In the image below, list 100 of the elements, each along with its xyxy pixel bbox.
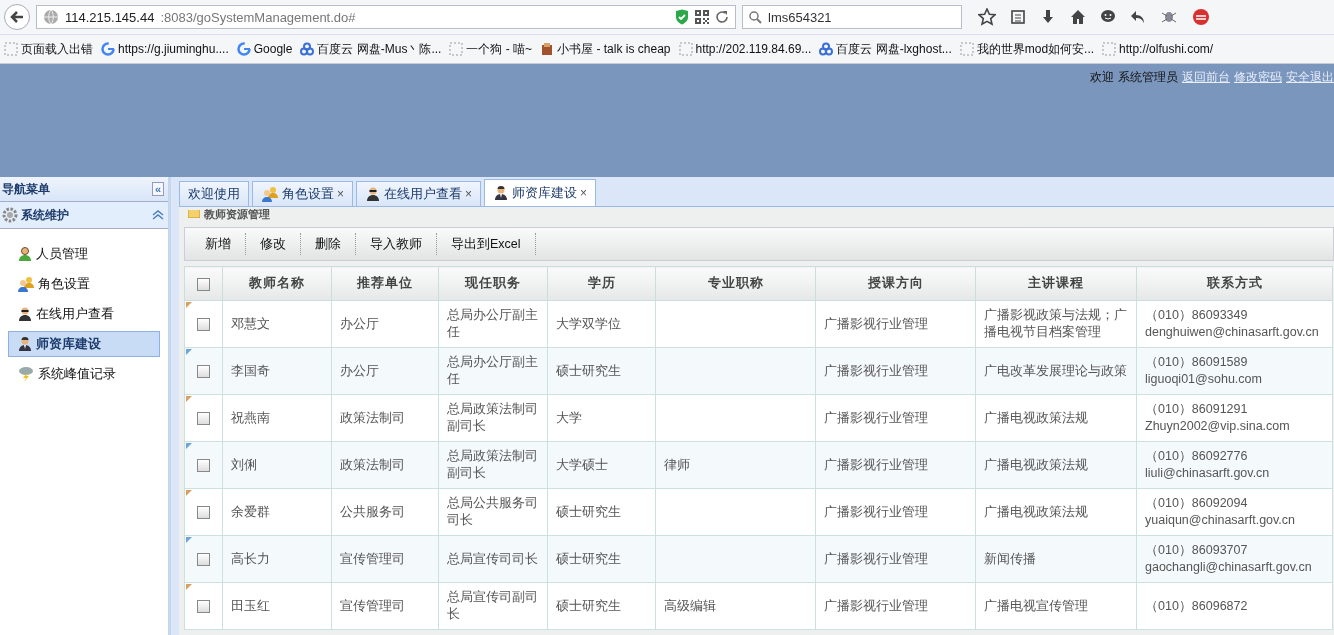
url-path: :8083/goSystemManagement.do# <box>160 9 356 25</box>
column-header[interactable]: 教师名称 <box>222 266 332 301</box>
column-header[interactable]: 专业职称 <box>655 266 816 301</box>
toolbar-button[interactable]: 删除 <box>301 233 356 255</box>
bookmark-link[interactable]: http://202.119.84.69... <box>695 42 812 56</box>
table-cell-text: 广播影视行业管理 <box>824 456 929 474</box>
column-header[interactable]: 主讲课程 <box>975 266 1137 301</box>
sidebar-title: 导航菜单 <box>2 180 50 198</box>
table-cell-text: 宣传管理司 <box>340 597 406 615</box>
tab[interactable]: 在线用户查看 × <box>356 181 482 206</box>
row-checkbox[interactable] <box>197 599 210 613</box>
email-address: denghuiwen@chinasarft.gov.cn <box>1145 324 1320 341</box>
column-header[interactable]: 联系方式 <box>1136 266 1333 301</box>
shield-icon[interactable] <box>675 9 689 25</box>
table-cell: 总局办公厅副主任 <box>447 354 539 388</box>
table-cell-text: 大学硕士 <box>556 456 609 474</box>
home-icon[interactable] <box>1070 9 1086 25</box>
download-icon[interactable] <box>1040 9 1056 25</box>
search-icon <box>749 10 762 24</box>
tab[interactable]: 角色设置 × <box>252 181 353 206</box>
star-icon[interactable] <box>978 8 996 26</box>
close-icon[interactable]: × <box>337 187 344 201</box>
table-cell-text: 李国奇 <box>231 362 271 380</box>
phone-number: （010）86091291 <box>1145 401 1249 418</box>
teacher-icon <box>17 336 33 352</box>
user-name: 系统管理员 <box>1118 69 1178 86</box>
toolbar-button[interactable]: 导出到Excel <box>437 233 536 255</box>
qr-code-icon[interactable] <box>695 10 709 24</box>
toolbar-button[interactable]: 导入教师 <box>356 233 437 255</box>
bookmark-link[interactable]: 百度云 网盘-lxghost... <box>836 40 952 58</box>
bookmark-link[interactable]: http://olfushi.com/ <box>1119 42 1214 56</box>
column-header[interactable]: 现任职务 <box>438 266 548 301</box>
table-cell-text: 政策法制司 <box>340 456 406 474</box>
menu-item[interactable]: 角色设置 <box>8 271 160 297</box>
tab[interactable]: 欢迎使用 <box>179 181 249 206</box>
row-checkbox[interactable] <box>197 505 210 519</box>
phone-number: （010）86092776 <box>1145 448 1249 465</box>
table-cell: 总局公共服务司司长 <box>447 495 539 529</box>
table-cell-text: 办公厅 <box>340 315 380 333</box>
column-header[interactable]: 学历 <box>547 266 656 301</box>
table-cell-text: 广播电视宣传管理 <box>984 597 1089 615</box>
email-address: Zhuyn2002@vip.sina.com <box>1145 418 1291 435</box>
addon-icon[interactable] <box>1192 8 1210 26</box>
bookmark-link[interactable]: 一个狗 - 喵~ <box>466 40 533 58</box>
table-cell-text: 广播电视政策法规 <box>984 456 1089 474</box>
menu-item[interactable]: 人员管理 <box>8 241 160 267</box>
back-button[interactable] <box>4 4 30 30</box>
bookmark-link[interactable]: 页面载入出错 <box>21 40 93 58</box>
toolbar-button[interactable]: 新增 <box>191 233 246 255</box>
close-icon[interactable]: × <box>580 186 588 200</box>
reload-icon[interactable] <box>715 10 729 24</box>
menu-item[interactable]: 系统峰值记录 <box>8 361 160 387</box>
toolbar-button[interactable]: 修改 <box>246 233 301 255</box>
search-field[interactable]: lms654321 <box>742 5 962 29</box>
menu-item[interactable]: 在线用户查看 <box>8 301 160 327</box>
bookmark-link[interactable]: 小书屋 - talk is cheap <box>557 40 671 58</box>
table-cell-text: 刘俐 <box>231 456 258 474</box>
chat-icon[interactable] <box>1100 9 1116 25</box>
table-cell-text: 硕士研究生 <box>556 550 622 568</box>
email-address: liguoqi01@sohu.com <box>1145 371 1263 388</box>
table-cell-text: 广播影视行业管理 <box>824 409 929 427</box>
table-cell-text: 广播电视政策法规 <box>984 409 1089 427</box>
table-cell-text: 广播电视政策法规 <box>984 503 1089 521</box>
column-header[interactable]: 推荐单位 <box>331 266 439 301</box>
section-header[interactable]: 系统维护 <box>0 202 168 229</box>
table-cell-text: 广播影视行业管理 <box>824 503 929 521</box>
row-checkbox[interactable] <box>197 411 210 425</box>
reading-list-icon[interactable] <box>1010 9 1026 25</box>
table-cell-text: 高长力 <box>231 550 271 568</box>
table-cell-text: 硕士研究生 <box>556 362 622 380</box>
phone-number: （010）86091589 <box>1145 354 1249 371</box>
column-header[interactable]: 授课方向 <box>815 266 976 301</box>
undo-icon[interactable] <box>1130 9 1146 25</box>
table-cell-text: 硕士研究生 <box>556 597 622 615</box>
row-checkbox[interactable] <box>197 364 210 378</box>
bookmark-link[interactable]: https://g.jiuminghu.... <box>118 42 229 56</box>
table-cell-text: 广播影视行业管理 <box>824 550 929 568</box>
collapse-button[interactable]: « <box>151 182 164 196</box>
row-checkbox[interactable] <box>197 317 210 331</box>
address-bar[interactable]: 114.215.145.44 :8083/goSystemManagement.do# <box>36 5 736 29</box>
select-all-checkbox[interactable] <box>197 277 210 291</box>
bug-icon[interactable] <box>1160 9 1178 25</box>
row-checkbox[interactable] <box>197 458 210 472</box>
bookmark-link[interactable]: 百度云 网盘-Mus丶陈... <box>317 40 442 58</box>
table-cell-text: 邓慧文 <box>231 315 271 333</box>
phone-number: （010）86092094 <box>1145 495 1249 512</box>
bookmark-link[interactable]: 我的世界mod如何安... <box>976 40 1095 58</box>
users-icon <box>17 276 35 292</box>
table-cell-text: 大学 <box>556 409 583 427</box>
tab[interactable]: 师资库建设 × <box>484 179 597 206</box>
menu-item[interactable]: 师资库建设 <box>8 331 160 357</box>
chevron-up-icon[interactable] <box>152 210 164 220</box>
blank-page-icon <box>4 42 18 56</box>
welcome-text: 欢迎 <box>1090 69 1114 86</box>
row-checkbox[interactable] <box>197 552 210 566</box>
user-icon <box>17 246 33 262</box>
globe-icon <box>43 9 59 25</box>
bookmark-link[interactable]: Google <box>253 42 293 56</box>
phone-number: （010）86093707 <box>1145 542 1249 559</box>
close-icon[interactable]: × <box>465 187 473 201</box>
